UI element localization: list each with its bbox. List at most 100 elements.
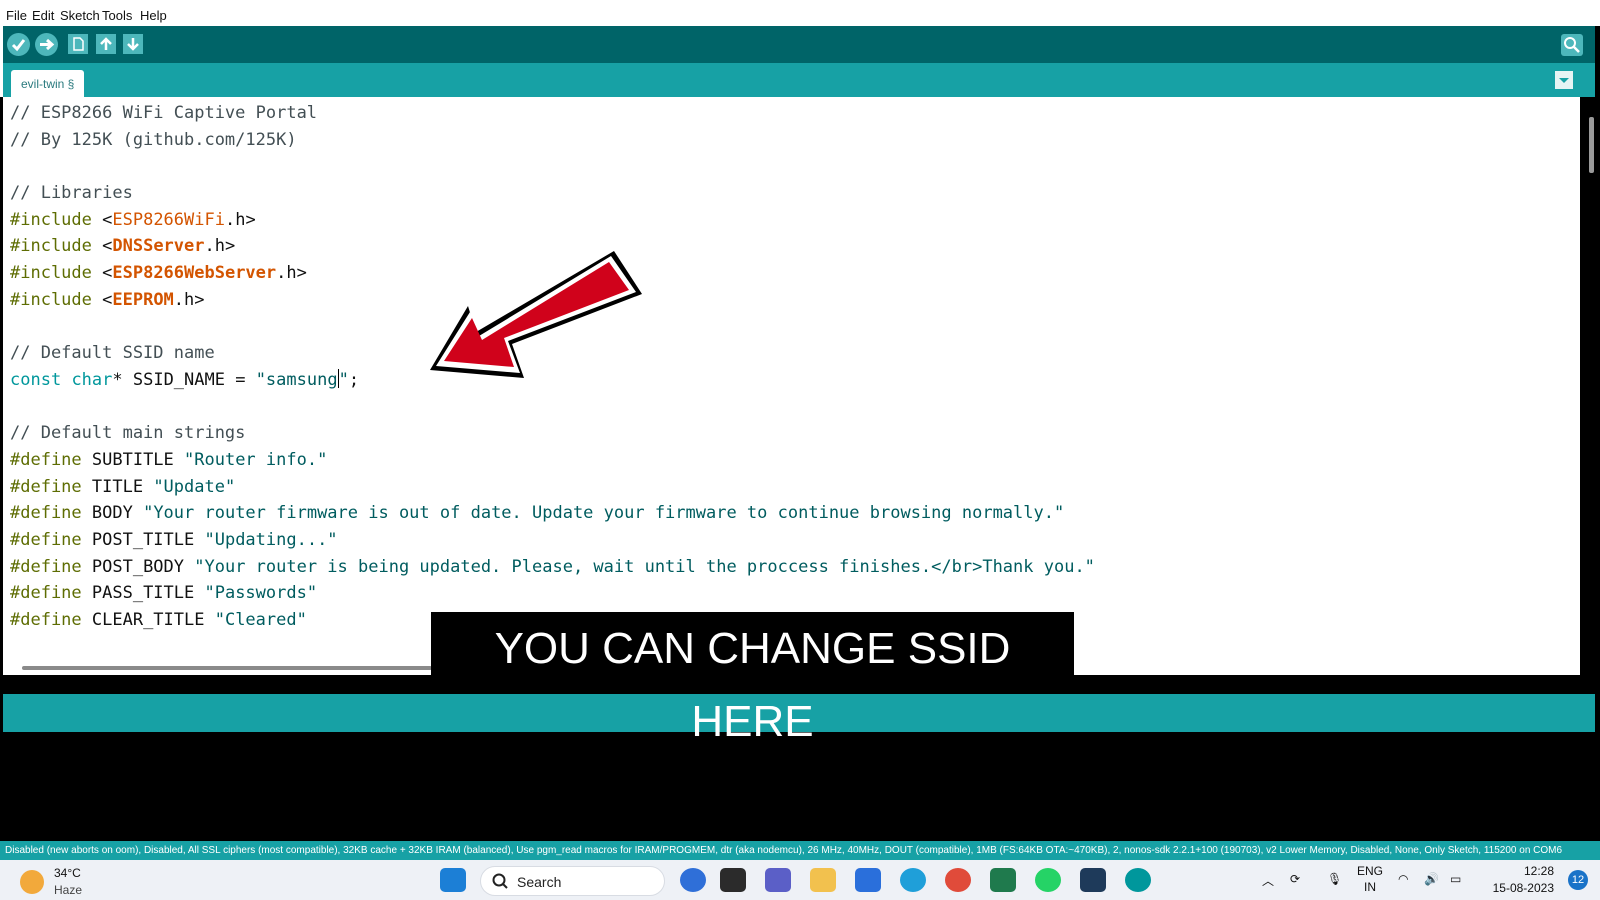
volume-icon[interactable]: 🔊	[1424, 872, 1439, 886]
taskbar-search[interactable]: Search	[480, 866, 665, 896]
code-token: "Router info."	[184, 449, 328, 470]
app-icon[interactable]	[990, 868, 1016, 892]
open-sketch-button[interactable]	[96, 34, 116, 54]
horizontal-scrollbar[interactable]	[22, 666, 432, 670]
teams-icon[interactable]	[765, 868, 791, 892]
menu-edit[interactable]: Edit	[32, 8, 54, 23]
checkmark-icon	[11, 39, 26, 52]
code-token: // ESP8266 WiFi Captive Portal	[10, 103, 318, 123]
code-token: EEPROM	[112, 289, 174, 310]
copilot-icon[interactable]	[680, 868, 706, 892]
weather-condition: Haze	[54, 883, 83, 897]
menu-tools[interactable]: Tools	[102, 8, 132, 23]
board-status-bar: Disabled (new aborts on oom), Disabled, …	[0, 841, 1600, 860]
task-view-icon[interactable]	[720, 868, 746, 892]
clock-time: 12:28	[1523, 864, 1554, 878]
verify-button[interactable]	[7, 33, 30, 56]
arrow-right-icon	[40, 38, 55, 51]
chrome-icon[interactable]	[945, 868, 971, 892]
code-line[interactable]: #define SUBTITLE "Router info."	[10, 447, 1095, 474]
code-line[interactable]: #define TITLE "Update"	[10, 474, 1095, 501]
whatsapp-icon[interactable]	[1035, 868, 1061, 892]
code-token: "Your router firmware is out of date. Up…	[143, 503, 1065, 524]
menu-help[interactable]: Help	[140, 8, 167, 23]
code-token: .h>	[276, 263, 307, 284]
code-token: #define	[10, 449, 82, 470]
menu-bar: File Edit Sketch Tools Help	[0, 0, 1600, 26]
code-token: // By 125K (github.com/125K)	[10, 129, 297, 150]
code-line[interactable]: // By 125K (github.com/125K)	[10, 127, 1095, 154]
code-token: "Updating..."	[204, 530, 338, 550]
chevron-up-icon[interactable]: ︿	[1262, 872, 1274, 889]
code-token: POST_BODY	[81, 556, 195, 577]
code-token: #include	[10, 236, 92, 257]
tab-evil-twin[interactable]: evil-twin §	[11, 70, 85, 97]
code-token: // Default SSID name	[10, 343, 215, 364]
code-line[interactable]: // ESP8266 WiFi Captive Portal	[10, 100, 1095, 127]
tab-row: evil-twin §	[0, 63, 1595, 97]
code-token: POST_TITLE	[81, 530, 205, 550]
clock[interactable]: 12:28 15-08-2023	[1493, 863, 1554, 897]
new-sketch-button[interactable]	[68, 34, 88, 54]
code-token: #include	[10, 263, 92, 284]
code-line[interactable]	[10, 153, 1095, 180]
code-token: ESP8266WebServer	[112, 263, 277, 284]
code-line[interactable]: // Default main strings	[10, 420, 1095, 447]
code-token: <	[91, 263, 113, 284]
code-token: "Cleared"	[214, 610, 307, 631]
notification-badge[interactable]: 12	[1568, 870, 1588, 890]
sync-icon[interactable]: ⟳	[1290, 872, 1300, 886]
file-explorer-icon[interactable]	[810, 868, 836, 892]
serial-monitor-button[interactable]	[1561, 34, 1583, 56]
code-token: "Passwords"	[204, 583, 318, 604]
code-line[interactable]: #include <ESP8266WiFi.h>	[10, 207, 1095, 234]
code-token: <	[91, 236, 113, 257]
code-token: * SSID_NAME =	[112, 369, 256, 390]
code-token: #define	[10, 556, 82, 577]
arrow-down-icon	[127, 38, 139, 51]
code-token: "	[338, 369, 349, 390]
code-token: <	[91, 289, 113, 310]
code-token: TITLE	[81, 476, 154, 497]
new-file-icon	[73, 37, 84, 51]
code-line[interactable]	[10, 394, 1095, 421]
battery-icon[interactable]: ▭	[1450, 872, 1461, 886]
code-token: #include	[10, 209, 92, 230]
code-line[interactable]: // Libraries	[10, 180, 1095, 207]
terminal-icon[interactable]	[1080, 868, 1106, 892]
video-caption: YOU CAN CHANGE SSID HERE	[431, 612, 1074, 746]
code-token: SUBTITLE	[81, 449, 185, 470]
menu-file[interactable]: File	[6, 8, 27, 23]
code-token: // Libraries	[10, 183, 133, 204]
start-icon[interactable]	[440, 868, 466, 892]
code-line[interactable]: #define POST_BODY "Your router is being …	[10, 554, 1095, 581]
arduino-icon[interactable]	[1125, 868, 1151, 892]
code-token: #define	[10, 503, 82, 524]
red-arrow-annotation	[430, 251, 642, 378]
store-icon[interactable]	[855, 868, 881, 892]
tab-menu-button[interactable]	[1555, 71, 1573, 89]
search-label: Search	[517, 874, 562, 890]
microphone-icon[interactable]: 🎙	[1327, 872, 1342, 886]
upload-button[interactable]	[35, 33, 58, 56]
code-token: "Update"	[153, 476, 236, 497]
lang-code: ENG	[1357, 864, 1384, 878]
code-token: "samsung	[255, 369, 338, 390]
sun-icon	[20, 870, 44, 894]
edge-icon[interactable]	[900, 868, 926, 892]
code-token: BODY	[81, 503, 144, 524]
code-line[interactable]: #define BODY "Your router firmware is ou…	[10, 500, 1095, 527]
code-token: // Default main strings	[10, 423, 246, 444]
code-editor[interactable]: // ESP8266 WiFi Captive Portal // By 125K…	[3, 97, 1580, 675]
save-sketch-button[interactable]	[123, 34, 143, 54]
wifi-icon[interactable]: ◠	[1398, 872, 1408, 886]
clock-date: 15-08-2023	[1492, 881, 1554, 895]
menu-sketch[interactable]: Sketch	[60, 8, 100, 23]
language-indicator[interactable]: ENG IN	[1357, 863, 1383, 895]
code-token: PASS_TITLE	[81, 583, 205, 604]
code-token: ESP8266WiFi	[112, 209, 225, 230]
code-token: CLEAR_TITLE	[81, 610, 215, 631]
vertical-scrollbar[interactable]	[1589, 117, 1594, 173]
code-line[interactable]: #define PASS_TITLE "Passwords"	[10, 580, 1095, 607]
code-line[interactable]: #define POST_TITLE "Updating..."	[10, 527, 1095, 554]
